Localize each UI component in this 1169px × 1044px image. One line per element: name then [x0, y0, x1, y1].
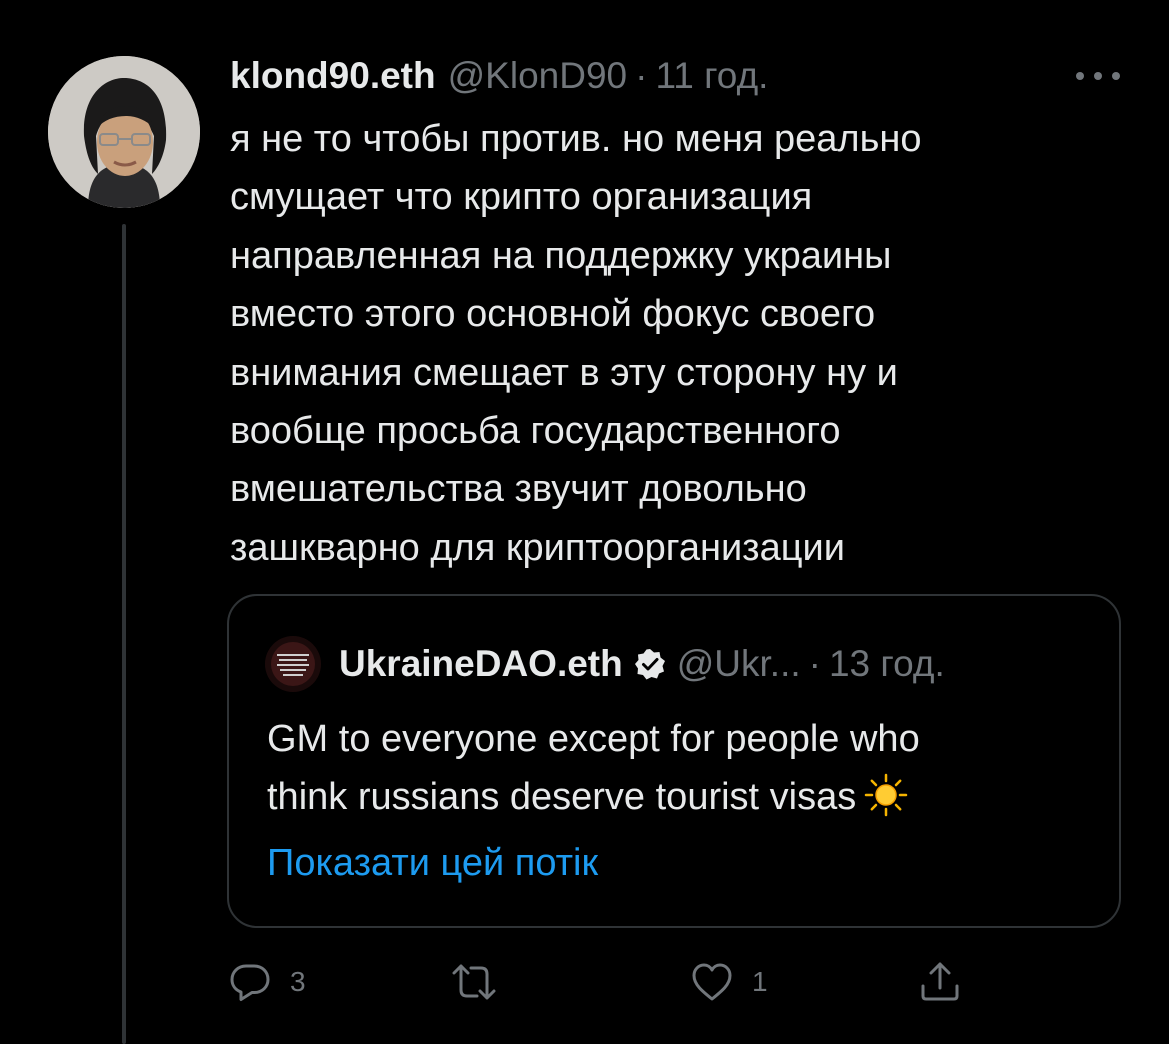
quoted-tweet-text: GM to everyone except for people who thi…	[267, 718, 920, 818]
share-icon	[921, 962, 959, 1001]
author-avatar-image	[48, 56, 200, 208]
retweet-button[interactable]	[452, 954, 514, 1010]
header-separator: ·	[635, 55, 648, 96]
quoted-author-avatar	[265, 636, 321, 692]
verified-badge-icon	[634, 649, 665, 680]
tweet-header: klond90.eth @KlonD90 · 11 год.	[230, 52, 768, 100]
retweet-icon	[452, 964, 496, 1000]
share-button[interactable]	[918, 954, 962, 1010]
quoted-header-separator: ·	[808, 643, 821, 684]
quoted-tweet-card[interactable]: UkraineDAO.eth @Ukr... · 13 год. GM to e…	[227, 594, 1121, 928]
sun-icon	[865, 773, 908, 817]
more-horizontal-icon[interactable]	[1072, 66, 1124, 86]
quoted-author-handle[interactable]: @Ukr...	[677, 643, 801, 685]
show-thread-link[interactable]: Показати цей потік	[267, 842, 598, 885]
tweet-timestamp[interactable]: 11 год.	[655, 55, 768, 97]
tweet-body-text: я не то чтобы против. но меня реально см…	[230, 118, 922, 569]
author-display-name[interactable]: klond90.eth	[230, 55, 436, 97]
quoted-tweet-body: GM to everyone except for people who thi…	[267, 710, 1087, 826]
thread-connector-line	[122, 224, 126, 1044]
quoted-tweet-timestamp[interactable]: 13 год.	[829, 643, 945, 685]
like-button[interactable]: 1	[690, 954, 768, 1010]
reply-icon	[230, 964, 270, 1001]
tweet-action-bar: 3 1	[228, 954, 988, 1010]
quoted-author-display-name[interactable]: UkraineDAO.eth	[339, 643, 623, 685]
reply-button[interactable]: 3	[228, 954, 306, 1010]
quoted-avatar-image	[265, 636, 321, 692]
like-count: 1	[752, 966, 768, 997]
author-handle[interactable]: @KlonD90	[448, 55, 628, 97]
author-avatar[interactable]	[48, 56, 200, 208]
quoted-tweet-header: UkraineDAO.eth @Ukr... · 13 год.	[265, 634, 945, 694]
reply-count: 3	[290, 966, 306, 997]
like-icon	[692, 963, 732, 1001]
